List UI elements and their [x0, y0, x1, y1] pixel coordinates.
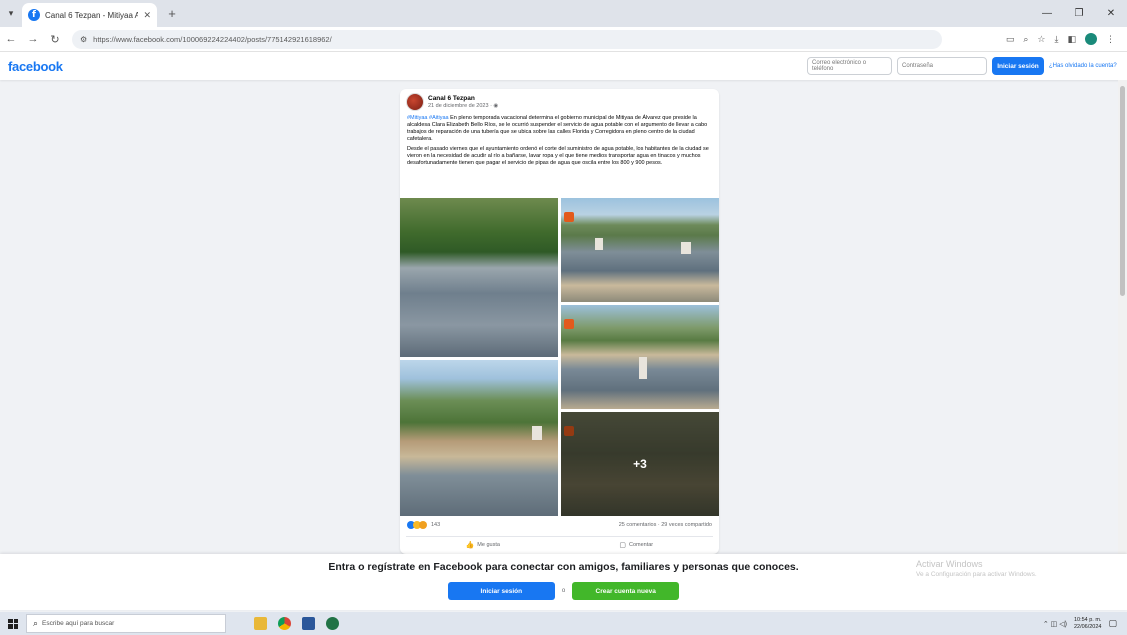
facebook-header: facebook Correo electrónico o teléfono C…	[0, 52, 1127, 80]
post-card: Canal 6 Tezpan 21 de diciembre de 2023 ·…	[400, 89, 719, 554]
banner-login-button[interactable]: Iniciar sesión	[447, 582, 555, 600]
bookmark-star-icon[interactable]: ☆	[1037, 34, 1045, 45]
page-scrollbar[interactable]	[1118, 80, 1127, 610]
clock-date: 22/06/2024	[1073, 623, 1102, 630]
header-login-button[interactable]: Iniciar sesión	[992, 57, 1044, 75]
password-field[interactable]: Contraseña	[897, 57, 987, 75]
tab-search-icon[interactable]: ▾	[0, 0, 22, 27]
start-button[interactable]	[0, 612, 26, 635]
post-time-text: 21 de diciembre de 2023 ·	[428, 103, 494, 109]
activate-windows-subtitle: Ve a Configuración para activar Windows.	[916, 571, 1037, 578]
post-hashtags[interactable]: #Mitiyaa #Aitiyaa	[407, 115, 449, 121]
comment-bubble-icon: ▢	[619, 541, 626, 549]
profile-avatar[interactable]	[1085, 33, 1097, 45]
cast-icon[interactable]: ▭	[1006, 34, 1015, 45]
system-tray: ⌃ ◫ ◁) 10:54 p. m. 22/06/2024 ▢	[1043, 617, 1127, 631]
photo-grid: +3	[400, 198, 719, 516]
facebook-logo[interactable]: facebook	[8, 59, 63, 74]
channel-watermark-icon	[564, 212, 574, 222]
clock[interactable]: 10:54 p. m. 22/06/2024	[1074, 617, 1102, 631]
reaction-count[interactable]: 143	[431, 522, 440, 528]
site-info-icon[interactable]: ⚙	[80, 35, 87, 44]
windows-logo-icon	[8, 618, 18, 629]
river-photo-1[interactable]	[400, 198, 558, 357]
taskbar-search-placeholder: Escribe aquí para buscar	[42, 620, 115, 627]
post-footer: 143 25 comentarios · 29 veces compartido…	[400, 518, 719, 554]
browser-tab-bar: ▾ f Canal 6 Tezpan - Mitiyaa Aitiy... ✕ …	[0, 0, 1127, 27]
concrete-pillar	[595, 238, 603, 250]
word-icon[interactable]	[302, 617, 315, 630]
more-photos-count: +3	[633, 457, 647, 471]
login-banner: Entra o regístrate en Facebook para cone…	[0, 554, 1127, 610]
tray-icons[interactable]: ⌃ ◫ ◁)	[1043, 620, 1067, 628]
reactions-row: 143 25 comentarios · 29 veces compartido	[400, 518, 719, 532]
wow-reaction-icon	[419, 521, 427, 529]
post-text: #Mitiyaa #Aitiyaa En pleno temporada vac…	[400, 115, 719, 167]
more-photos-overlay[interactable]: +3	[561, 412, 719, 516]
page-avatar[interactable]	[406, 93, 424, 111]
forward-arrow-icon[interactable]: →	[22, 33, 44, 45]
toolbar-extensions: ▭ ⌕ ☆ ⤓ ◧ ⋮	[1006, 33, 1127, 45]
search-icon: ⌕	[33, 618, 39, 628]
tab-close-icon[interactable]: ✕	[143, 10, 151, 21]
concrete-pillar	[532, 426, 542, 440]
pinned-apps	[254, 617, 339, 630]
banner-or-text: o	[561, 588, 566, 594]
comment-label: Comentar	[628, 541, 654, 548]
post-timestamp[interactable]: 21 de diciembre de 2023 · ◉	[428, 103, 498, 109]
excel-icon[interactable]	[326, 617, 339, 630]
window-controls: — ❐ ✕	[1041, 0, 1121, 27]
thumbs-up-icon: 👍	[465, 541, 475, 549]
side-panel-icon[interactable]: ◧	[1067, 34, 1076, 45]
concrete-pillar	[681, 242, 691, 254]
menu-kebab-icon[interactable]: ⋮	[1106, 34, 1115, 45]
clock-time: 10:54 p. m.	[1073, 616, 1102, 623]
back-arrow-icon[interactable]: ←	[0, 33, 22, 45]
activate-windows-watermark: Activar Windows Ve a Configuración para …	[916, 559, 1116, 578]
header-login-form: Correo electrónico o teléfono Contraseña…	[807, 52, 1127, 80]
channel-watermark-icon	[564, 319, 574, 329]
page-name[interactable]: Canal 6 Tezpan	[428, 95, 498, 102]
river-photo-5[interactable]: +3	[561, 412, 719, 516]
post-actions: 👍 Me gusta ▢ Comentar	[406, 536, 713, 552]
river-photo-3[interactable]	[561, 305, 719, 409]
like-button[interactable]: 👍 Me gusta	[406, 541, 560, 549]
download-icon[interactable]: ⤓	[1055, 34, 1059, 45]
taskbar-search-box[interactable]: ⌕ Escribe aquí para buscar	[26, 614, 226, 633]
post-header: Canal 6 Tezpan 21 de diciembre de 2023 ·…	[400, 89, 719, 115]
forgot-account-link[interactable]: ¿Has olvidado la cuenta?	[1049, 63, 1121, 69]
post-paragraph-1: En pleno temporada vacacional determina …	[407, 115, 708, 142]
like-label: Me gusta	[477, 541, 500, 548]
new-tab-button[interactable]: +	[161, 3, 183, 25]
file-explorer-icon[interactable]	[254, 617, 267, 630]
activate-windows-title: Activar Windows	[916, 559, 983, 569]
notifications-icon[interactable]: ▢	[1108, 618, 1117, 629]
comment-share-counts[interactable]: 25 comentarios · 29 veces compartido	[619, 522, 712, 528]
river-photo-2[interactable]	[561, 198, 719, 302]
url-text: https://www.facebook.com/100069224224402…	[93, 34, 332, 44]
post-paragraph-2: Desde el pasado viernes que el ayuntamie…	[407, 146, 709, 166]
reload-icon[interactable]: ↻	[44, 33, 66, 46]
tab-title: Canal 6 Tezpan - Mitiyaa Aitiy...	[45, 10, 139, 20]
concrete-pillar	[639, 357, 647, 379]
comment-button[interactable]: ▢ Comentar	[560, 541, 714, 549]
email-field[interactable]: Correo electrónico o teléfono	[807, 57, 892, 75]
create-account-button[interactable]: Crear cuenta nueva	[572, 582, 680, 600]
facebook-favicon-icon: f	[28, 9, 40, 21]
restore-icon[interactable]: ❐	[1073, 8, 1085, 19]
river-photo-4[interactable]	[400, 360, 558, 516]
scrollbar-thumb[interactable]	[1120, 86, 1125, 296]
close-window-icon[interactable]: ✕	[1105, 8, 1117, 19]
browser-toolbar: ← → ↻ ⚙ https://www.facebook.com/1000692…	[0, 27, 1127, 52]
public-globe-icon: ◉	[493, 103, 499, 109]
browser-tab[interactable]: f Canal 6 Tezpan - Mitiyaa Aitiy... ✕	[22, 3, 157, 27]
reaction-icons[interactable]	[407, 521, 427, 529]
chrome-icon[interactable]	[278, 617, 291, 630]
zoom-icon[interactable]: ⌕	[1023, 34, 1028, 45]
minimize-icon[interactable]: —	[1041, 8, 1053, 19]
windows-taskbar: ⌕ Escribe aquí para buscar ⌃ ◫ ◁) 10:54 …	[0, 612, 1127, 635]
address-bar[interactable]: ⚙ https://www.facebook.com/1000692242244…	[72, 29, 942, 49]
banner-buttons: Iniciar sesión o Crear cuenta nueva	[0, 582, 1127, 600]
